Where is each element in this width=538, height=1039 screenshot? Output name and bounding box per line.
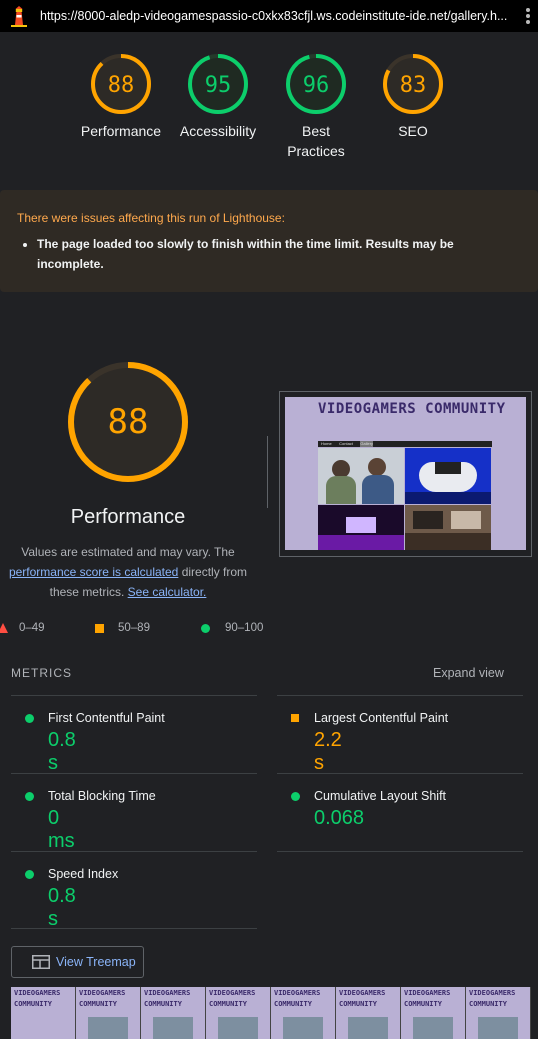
average-square-icon: [291, 714, 299, 722]
pass-circle-icon: [25, 870, 34, 879]
gauge-performance[interactable]: 88 Performance: [78, 52, 164, 141]
performance-description: Values are estimated and may vary. The p…: [4, 542, 252, 602]
desk-photo-image: [405, 505, 491, 550]
divider: [11, 695, 257, 696]
warning-list: The page loaded too slowly to finish wit…: [37, 234, 477, 274]
metric-value: 0.068: [314, 807, 365, 829]
divider: [267, 436, 268, 508]
metric-value: 0.8 s: [48, 729, 76, 774]
filmstrip-frame: VIDEOGAMERS COMMUNITY: [466, 987, 531, 1039]
performance-score: 88: [108, 402, 149, 442]
divider: [277, 773, 523, 774]
score-calculated-link[interactable]: performance score is calculated: [9, 565, 178, 579]
filmstrip-frame: VIDEOGAMERS COMMUNITY: [401, 987, 466, 1039]
performance-gauge-icon: 88: [68, 362, 188, 482]
legend-pass: 90–100: [225, 622, 264, 634]
filmstrip-frame: VIDEOGAMERS COMMUNITY: [271, 987, 336, 1039]
more-menu-icon[interactable]: [526, 8, 530, 26]
frame-text: VIDEOGAMERS COMMUNITY: [14, 989, 61, 1008]
gaming-photo-image: [318, 448, 404, 504]
metrics-header: METRICS: [11, 666, 72, 680]
average-square-icon: [95, 624, 104, 633]
score-gauge-icon: 95: [188, 54, 248, 114]
gauge-seo[interactable]: 83 SEO: [370, 52, 456, 141]
gauge-best-practices[interactable]: 96 Best Practices: [273, 52, 359, 161]
screenshot-nav-item: Gallery: [360, 441, 374, 447]
url-bar: https://8000-aledp-videogamespassio-c0xk…: [0, 0, 538, 32]
screenshot-site-title: VIDEOGAMERS COMMUNITY: [318, 401, 506, 417]
expand-view-toggle[interactable]: Expand view: [433, 666, 504, 680]
divider: [11, 928, 257, 929]
filmstrip-frame: VIDEOGAMERS COMMUNITY: [141, 987, 206, 1039]
performance-title: Performance: [70, 506, 186, 528]
gauge-label: Accessibility: [179, 123, 257, 139]
screenshot-nav-item: Home: [321, 441, 332, 446]
pass-circle-icon: [201, 624, 210, 633]
screenshot-nav-item: Contact: [339, 441, 353, 446]
pass-circle-icon: [25, 792, 34, 801]
filmstrip-frame: VIDEOGAMERS COMMUNITY: [11, 987, 76, 1039]
filmstrip: VIDEOGAMERS COMMUNITY VIDEOGAMERS COMMUN…: [11, 987, 531, 1039]
metric-name: Cumulative Layout Shift: [314, 789, 447, 803]
warning-item: The page loaded too slowly to finish wit…: [37, 234, 477, 274]
frame-text: VIDEOGAMERS COMMUNITY: [339, 989, 386, 1008]
filmstrip-frame: VIDEOGAMERS COMMUNITY: [336, 987, 401, 1039]
score-value: 88: [108, 73, 135, 98]
legend-fail: 0–49: [19, 622, 45, 634]
frame-text: VIDEOGAMERS COMMUNITY: [79, 989, 126, 1008]
frame-text: VIDEOGAMERS COMMUNITY: [274, 989, 321, 1008]
divider: [11, 851, 257, 852]
warning-title: There were issues affecting this run of …: [17, 211, 285, 225]
gauge-label: Performance: [80, 123, 162, 139]
score-value: 95: [205, 73, 232, 98]
pass-circle-icon: [291, 792, 300, 801]
score-gauge-icon: 83: [383, 54, 443, 114]
score-gauge-icon: 88: [91, 54, 151, 114]
metric-value: 0 ms: [48, 807, 75, 852]
tv-setup-photo-image: [318, 505, 404, 550]
pass-circle-icon: [25, 714, 34, 723]
filmstrip-frame: VIDEOGAMERS COMMUNITY: [76, 987, 141, 1039]
divider: [277, 695, 523, 696]
gauge-label: SEO: [398, 123, 428, 139]
screenshot-nav: Home Contact Gallery: [318, 441, 492, 447]
see-calculator-link[interactable]: See calculator.: [128, 585, 207, 599]
gauge-label: Best Practices: [287, 123, 345, 159]
metric-value: 2.2 s: [314, 729, 342, 774]
metric-name: Speed Index: [48, 867, 119, 881]
controller-photo-image: [405, 448, 491, 504]
legend-average: 50–89: [118, 622, 150, 634]
page-url[interactable]: https://8000-aledp-videogamespassio-c0xk…: [40, 9, 510, 23]
metric-value: 0.8 s: [48, 885, 76, 930]
frame-text: VIDEOGAMERS COMMUNITY: [469, 989, 516, 1008]
warning-box: There were issues affecting this run of …: [0, 190, 538, 292]
metric-name: First Contentful Paint: [48, 711, 165, 725]
frame-text: VIDEOGAMERS COMMUNITY: [209, 989, 256, 1008]
frame-text: VIDEOGAMERS COMMUNITY: [144, 989, 191, 1008]
treemap-label: View Treemap: [56, 955, 136, 969]
gauge-accessibility[interactable]: 95 Accessibility: [175, 52, 261, 141]
final-screenshot[interactable]: VIDEOGAMERS COMMUNITY Home Contact Galle…: [279, 391, 532, 557]
metric-name: Largest Contentful Paint: [314, 711, 449, 725]
divider: [277, 851, 523, 852]
desc-text: Values are estimated and may vary. The: [21, 545, 235, 559]
score-value: 96: [303, 73, 330, 98]
view-treemap-button[interactable]: View Treemap: [11, 946, 144, 978]
score-value: 83: [400, 73, 427, 98]
treemap-icon: [32, 955, 50, 969]
screenshot-page: VIDEOGAMERS COMMUNITY Home Contact Galle…: [285, 397, 526, 550]
lighthouse-icon: [11, 6, 27, 27]
fail-triangle-icon: [0, 623, 8, 633]
metric-name: Total Blocking Time: [48, 789, 156, 803]
frame-text: VIDEOGAMERS COMMUNITY: [404, 989, 451, 1008]
divider: [11, 773, 257, 774]
filmstrip-frame: VIDEOGAMERS COMMUNITY: [206, 987, 271, 1039]
score-gauge-icon: 96: [286, 54, 346, 114]
